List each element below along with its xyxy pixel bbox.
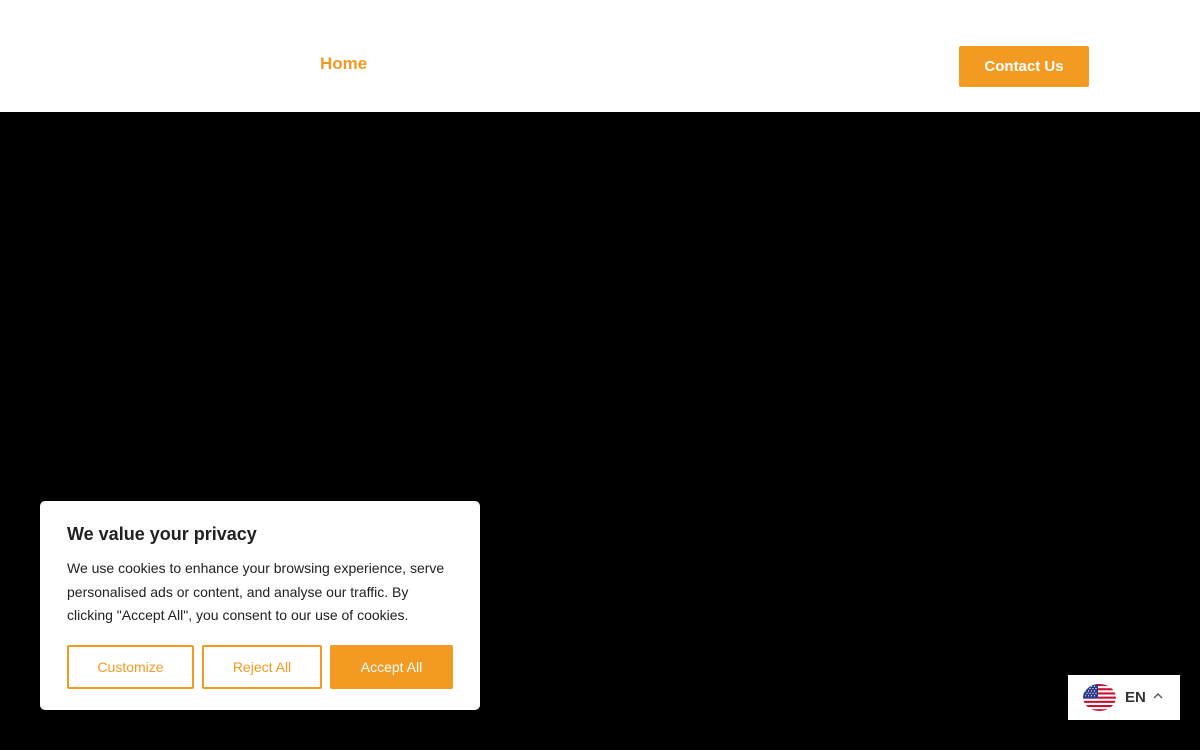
language-code: EN xyxy=(1125,689,1146,706)
cookie-consent-banner: We value your privacy We use cookies to … xyxy=(40,501,480,710)
us-flag-icon xyxy=(1083,684,1116,711)
chevron-up-icon xyxy=(1152,689,1164,701)
contact-us-button[interactable]: Contact Us xyxy=(959,46,1089,87)
cookie-banner-text: We use cookies to enhance your browsing … xyxy=(67,560,445,623)
customize-button[interactable]: Customize xyxy=(67,645,194,689)
language-switcher[interactable]: EN xyxy=(1068,675,1180,720)
reject-all-button[interactable]: Reject All xyxy=(202,645,322,689)
cookie-banner-title: We value your privacy xyxy=(67,524,257,544)
nav-home-link[interactable]: Home xyxy=(320,54,367,74)
accept-all-button[interactable]: Accept All xyxy=(330,645,453,689)
site-header: Home Contact Us xyxy=(0,0,1200,112)
